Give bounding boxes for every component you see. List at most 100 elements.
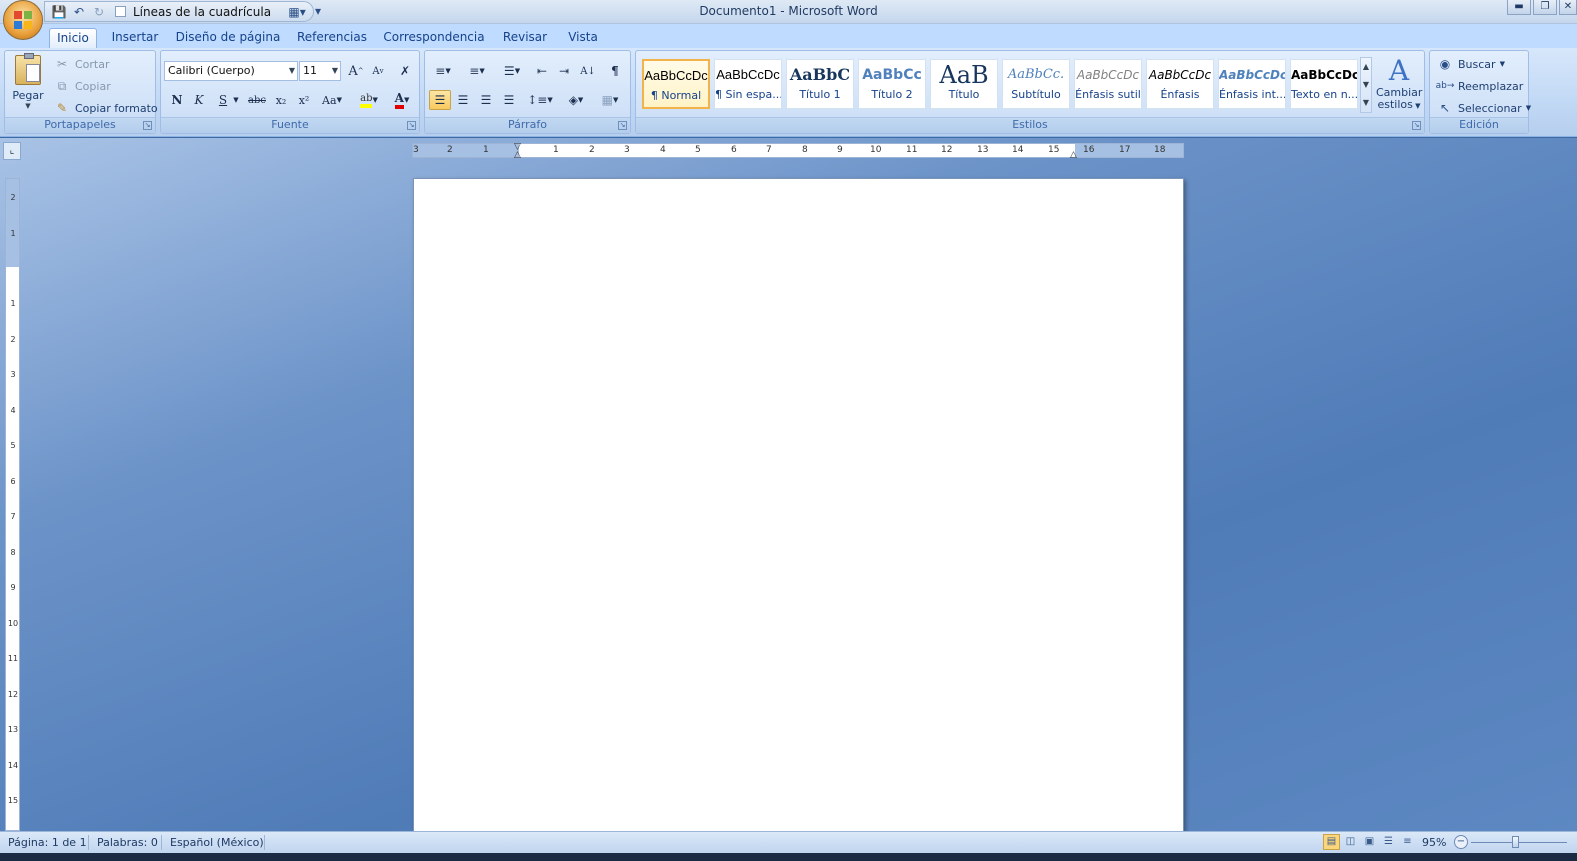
replace-button[interactable]: ab→ Reemplazar [1435,76,1524,96]
strikethrough-button[interactable]: abc [246,90,268,110]
undo-icon[interactable]: ↶ [71,4,87,20]
styles-more-icon[interactable]: ▼ [1361,94,1371,112]
change-styles-icon: A [1388,54,1410,87]
tab-referencias[interactable]: Referencias [294,28,370,48]
style-name: Énfasis sutil [1075,88,1141,101]
paste-button[interactable]: Pegar ▼ [11,53,45,113]
tab-correspondencia[interactable]: Correspondencia [382,28,486,48]
customize-qat-icon[interactable]: ▾ [310,3,326,19]
justify-icon[interactable]: ☰ [498,90,520,110]
style-enfasis[interactable]: AaBbCcDc Énfasis [1146,59,1214,109]
style-subtitulo[interactable]: AaBbCc. Subtítulo [1002,59,1070,109]
find-button[interactable]: ◉ Buscar ▼ [1436,54,1505,74]
increase-indent-icon[interactable]: ⇥ [553,61,575,81]
zoom-out-icon[interactable]: − [1454,835,1468,849]
format-painter-button[interactable]: ✎ Copiar formato [53,98,158,118]
vertical-ruler[interactable]: 2 1 1 2 3 4 5 6 7 8 9 10 11 12 13 14 15 [5,178,20,831]
select-button[interactable]: ↖ Seleccionar ▼ [1436,98,1531,118]
paragraph-launcher-icon[interactable]: ↘ [618,121,627,130]
clipboard-launcher-icon[interactable]: ↘ [143,121,152,130]
word-count[interactable]: Palabras: 0 [97,836,158,849]
italic-button[interactable]: K [188,90,210,110]
tab-diseno-pagina[interactable]: Diseño de página [175,28,281,48]
zoom-slider-thumb[interactable] [1512,836,1519,848]
ruler-tick: 17 [1119,145,1131,155]
style-sample: AaBbCcDc [716,67,780,82]
style-titulo-1[interactable]: AaBbC Título 1 [786,59,854,109]
full-screen-reading-icon[interactable]: ◫ [1342,834,1359,850]
replace-label: Reemplazar [1458,79,1524,93]
change-styles-button[interactable]: A Cambiar estilos ▼ [1376,55,1422,117]
draft-view-icon[interactable]: ≡ [1399,834,1416,850]
binoculars-icon: ◉ [1439,57,1451,71]
styles-launcher-icon[interactable]: ↘ [1412,121,1421,130]
bullets-button[interactable]: ≡ ▼ [428,61,458,81]
styles-scroll[interactable]: ▲ ▼ ▼ [1360,57,1372,113]
scroll-down-icon[interactable]: ▼ [1361,76,1371,94]
zoom-slider-track[interactable] [1471,842,1567,843]
font-family-select[interactable]: Calibri (Cuerpo) ▼ [164,61,298,81]
close-button[interactable]: ✕ [1559,0,1577,15]
show-formatting-button[interactable]: ¶ [604,61,626,81]
tab-selector-icon[interactable]: ⌞ [3,142,21,160]
style-sin-espaciado[interactable]: AaBbCcDc ¶ Sin espa... [714,59,782,109]
language[interactable]: Español (México) [170,836,264,849]
style-texto-en-negrita[interactable]: AaBbCcDc Texto en n... [1290,59,1358,109]
align-left-icon[interactable]: ☰ [429,90,451,110]
save-icon[interactable]: 💾 [51,4,67,20]
align-right-icon[interactable]: ☰ [475,90,497,110]
grow-font-button[interactable]: A ^ [345,61,367,81]
borders-button[interactable]: ▦ ▼ [595,90,625,110]
underline-dropdown-icon[interactable]: ▼ [231,90,241,110]
cut-button[interactable]: ✂ Cortar [53,54,110,74]
clear-format-icon[interactable]: ✗ [394,61,416,81]
restore-button[interactable]: ❐ [1533,0,1557,15]
redo-icon[interactable]: ↻ [91,4,107,20]
decrease-indent-icon[interactable]: ⇤ [531,61,553,81]
replace-icon: ab→ [1435,81,1455,91]
style-sample: AaBbCcDc [644,68,708,83]
style-sample: AaBbCcDc [1076,68,1140,82]
style-titulo[interactable]: AaB Título [930,59,998,109]
subscript-button[interactable]: x₂ [270,90,292,110]
gridlines-checkbox[interactable] [115,6,126,17]
tab-inicio[interactable]: Inicio [49,28,97,48]
line-spacing-button[interactable]: ↕≡ ▼ [525,90,555,110]
clipboard-group: Pegar ▼ ✂ Cortar ⧉ Copiar ✎ Copiar forma… [4,50,158,134]
font-launcher-icon[interactable]: ↘ [407,121,416,130]
tab-insertar[interactable]: Insertar [106,28,164,48]
font-size-select[interactable]: 11 ▼ [299,61,341,81]
shading-button[interactable]: ◈ ▼ [561,90,591,110]
shrink-font-button[interactable]: Av [367,61,389,81]
tab-revisar[interactable]: Revisar [498,28,552,48]
font-color-button[interactable]: A ▼ [387,90,417,110]
document-page[interactable] [413,178,1184,838]
sort-icon[interactable]: A↓ [577,61,599,81]
web-layout-icon[interactable]: ▣ [1361,834,1378,850]
change-case-button[interactable]: Aa ▼ [317,90,347,110]
superscript-button[interactable]: x² [293,90,315,110]
style-normal[interactable]: AaBbCcDc ¶ Normal [642,59,710,109]
horizontal-ruler[interactable]: 3 2 1 1 2 3 4 5 6 7 8 9 10 11 12 13 14 1… [412,142,1184,160]
highlight-button[interactable]: ab ▼ [354,90,384,110]
tab-vista[interactable]: Vista [562,28,604,48]
minimize-button[interactable]: ▬ [1507,0,1531,15]
outline-view-icon[interactable]: ☰ [1380,834,1397,850]
copy-button[interactable]: ⧉ Copiar [53,76,111,96]
numbering-button[interactable]: ≡ ▼ [462,61,492,81]
print-layout-icon[interactable]: ▤ [1323,834,1340,850]
style-titulo-2[interactable]: AaBbCc Título 2 [858,59,926,109]
right-indent-marker-icon[interactable]: △ [1070,150,1077,160]
table-icon[interactable]: ▦▾ [288,4,305,20]
office-button[interactable] [3,0,43,40]
align-center-icon[interactable]: ☰ [452,90,474,110]
style-enfasis-sutil[interactable]: AaBbCcDc Énfasis sutil [1074,59,1142,109]
paste-dropdown-icon[interactable]: ▼ [11,102,45,110]
style-enfasis-intenso[interactable]: AaBbCcDc Énfasis int... [1218,59,1286,109]
page-count[interactable]: Página: 1 de 1 [8,836,87,849]
multilevel-list-button[interactable]: ☰ ▼ [497,61,527,81]
bold-button[interactable]: N [166,90,188,110]
scroll-up-icon[interactable]: ▲ [1361,58,1371,76]
zoom-level[interactable]: 95% [1422,836,1446,849]
hanging-indent-marker-icon[interactable]: △ [514,150,521,160]
